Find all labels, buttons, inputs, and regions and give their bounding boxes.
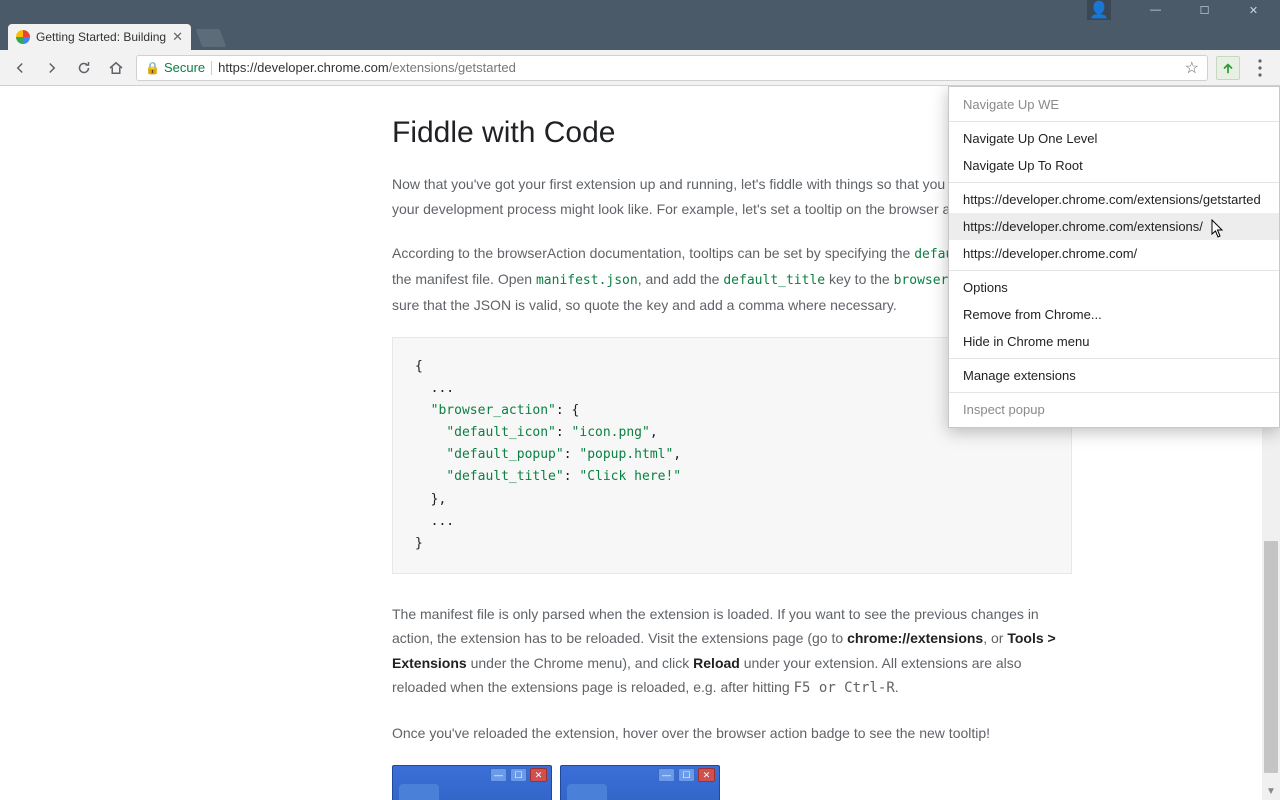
screenshot-before: —☐✕ ☆ Getting started example: [392, 765, 552, 800]
tabstrip: Getting Started: Building ✕: [0, 20, 1280, 50]
popup-hide[interactable]: Hide in Chrome menu: [949, 328, 1279, 355]
tab-getting-started[interactable]: Getting Started: Building ✕: [8, 24, 191, 50]
extension-context-menu: Navigate Up WE Navigate Up One Level Nav…: [948, 86, 1280, 428]
omnibox[interactable]: 🔒 Secure https://developer.chrome.com/ex…: [136, 55, 1208, 81]
new-tab-button[interactable]: [196, 29, 227, 47]
popup-nav-one-level[interactable]: Navigate Up One Level: [949, 125, 1279, 152]
tab-close-icon[interactable]: ✕: [172, 29, 183, 45]
bookmark-star-icon[interactable]: ☆: [1185, 58, 1199, 78]
forward-button[interactable]: [40, 56, 64, 80]
user-badge[interactable]: 👤: [1087, 0, 1111, 20]
popup-nav-root[interactable]: Navigate Up To Root: [949, 152, 1279, 179]
popup-options[interactable]: Options: [949, 274, 1279, 301]
secure-label: Secure: [164, 60, 205, 75]
popup-url-1[interactable]: https://developer.chrome.com/extensions/: [949, 213, 1279, 240]
chrome-menu-button[interactable]: [1248, 56, 1272, 80]
lock-icon: 🔒: [145, 61, 160, 75]
content-area: Fiddle with Code Now that you've got you…: [0, 86, 1280, 800]
paragraph-3: The manifest file is only parsed when th…: [392, 602, 1072, 701]
screenshot-after: —☐✕ ☆ Click here!: [560, 765, 720, 800]
scroll-thumb[interactable]: [1264, 541, 1278, 773]
popup-remove[interactable]: Remove from Chrome...: [949, 301, 1279, 328]
url-text: https://developer.chrome.com/extensions/…: [218, 60, 516, 75]
navigate-up-extension-button[interactable]: [1216, 56, 1240, 80]
popup-url-2[interactable]: https://developer.chrome.com/: [949, 240, 1279, 267]
close-button[interactable]: ✕: [1231, 0, 1276, 20]
divider: [211, 61, 212, 75]
tab-title: Getting Started: Building: [36, 30, 166, 44]
maximize-button[interactable]: ☐: [1182, 0, 1227, 20]
popup-inspect: Inspect popup: [949, 396, 1279, 423]
popup-url-0[interactable]: https://developer.chrome.com/extensions/…: [949, 186, 1279, 213]
toolbar: 🔒 Secure https://developer.chrome.com/ex…: [0, 50, 1280, 86]
paragraph-4: Once you've reloaded the extension, hove…: [392, 721, 1072, 746]
titlebar: 👤 — ☐ ✕: [0, 0, 1280, 20]
popup-header: Navigate Up WE: [949, 91, 1279, 118]
back-button[interactable]: [8, 56, 32, 80]
home-button[interactable]: [104, 56, 128, 80]
scroll-down-icon[interactable]: ▼: [1262, 782, 1280, 800]
reload-button[interactable]: [72, 56, 96, 80]
popup-manage[interactable]: Manage extensions: [949, 362, 1279, 389]
screenshot-row: —☐✕ ☆ Getting started example —☐✕ ☆ Clic…: [392, 765, 1072, 800]
minimize-button[interactable]: —: [1133, 0, 1178, 20]
